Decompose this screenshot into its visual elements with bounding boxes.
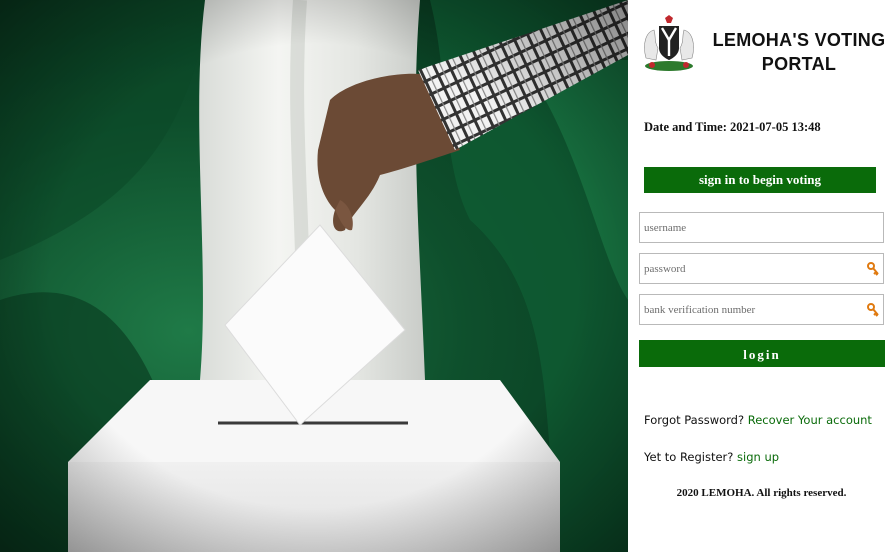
datetime-display: Date and Time: 2021-07-05 13:48 (644, 120, 821, 135)
key-icon (867, 303, 879, 317)
hero-image (0, 0, 628, 552)
login-button[interactable]: login (639, 340, 885, 367)
portal-title-line1: LEMOHA'S VOTING (712, 30, 886, 50)
ballot-illustration (0, 0, 628, 552)
login-panel: LEMOHA'S VOTING PORTAL Date and Time: 20… (628, 0, 895, 552)
username-input[interactable] (640, 213, 868, 242)
password-field-wrapper (639, 253, 884, 284)
username-field-wrapper (639, 212, 884, 243)
sign-up-link[interactable]: sign up (737, 450, 779, 464)
portal-title-line2: PORTAL (761, 54, 837, 74)
forgot-password-row: Forgot Password? Recover Your account (644, 413, 872, 427)
key-icon (867, 262, 879, 276)
bvn-input[interactable] (640, 295, 868, 324)
password-input[interactable] (640, 254, 868, 283)
bvn-field-wrapper (639, 294, 884, 325)
forgot-password-text: Forgot Password? (644, 413, 745, 427)
nigeria-coat-of-arms-icon (644, 15, 694, 71)
portal-title: LEMOHA'S VOTING PORTAL (710, 28, 888, 76)
copyright-notice: 2020 LEMOHA. All rights reserved. (676, 487, 847, 499)
datetime-value: 2021-07-05 13:48 (730, 120, 821, 134)
datetime-label: Date and Time: (644, 120, 727, 134)
signin-banner: sign in to begin voting (644, 167, 876, 193)
register-row: Yet to Register? sign up (644, 450, 779, 464)
recover-account-link[interactable]: Recover Your account (748, 413, 872, 427)
register-text: Yet to Register? (644, 450, 734, 464)
